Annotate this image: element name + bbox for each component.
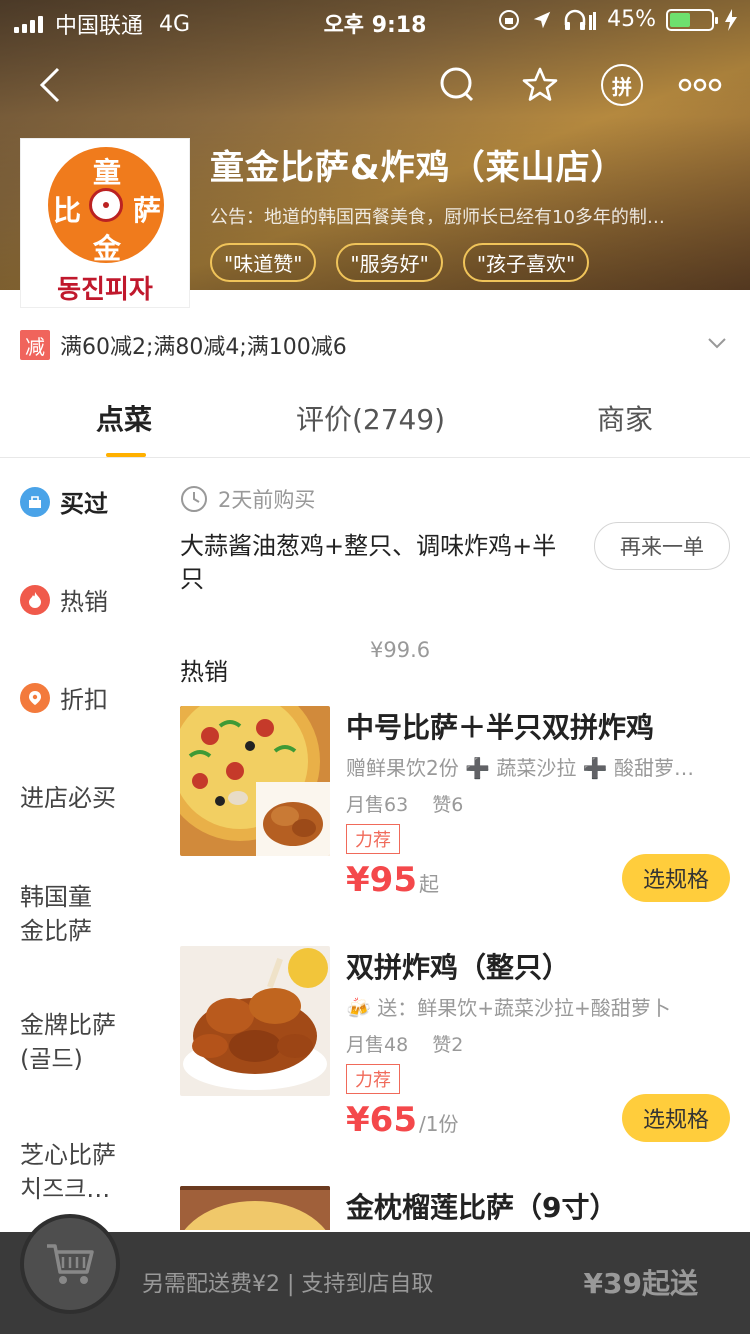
- dish-name: 双拼炸鸡（整只）: [346, 951, 571, 984]
- basket-icon: [20, 486, 50, 517]
- sidebar-item-hot[interactable]: 热销: [20, 582, 108, 617]
- price-value: ¥65: [346, 1100, 417, 1140]
- group-order-button[interactable]: 拼: [594, 55, 650, 115]
- sidebar-item-label: 折扣: [60, 686, 108, 714]
- bought-meta: 2天前购买 ¥99.6: [180, 484, 430, 662]
- promo-text: 满60减2;满80减4;满100减6: [60, 335, 347, 360]
- shop-tags: "味道赞" "服务好" "孩子喜欢": [210, 243, 730, 282]
- shop-name: 童金比萨&炸鸡（莱山店）: [210, 148, 626, 188]
- shop-notice[interactable]: 公告：地道的韩国西餐美食，厨师长已经有10多年的制…: [210, 203, 730, 229]
- nav-bar: 拼: [0, 55, 750, 115]
- tab-merchant[interactable]: 商家: [597, 398, 653, 438]
- tag-icon: [20, 682, 50, 713]
- shop-tag: "服务好": [336, 243, 443, 282]
- more-icon: [678, 78, 722, 92]
- promo-bar[interactable]: 减 满60减2;满80减4;满100减6: [20, 320, 730, 370]
- logo-char: 萨: [133, 194, 162, 227]
- sidebar-item-label: 치즈크…: [20, 1175, 111, 1203]
- sidebar-item-cheese-pizza[interactable]: 芝心比萨 치즈크…: [20, 1138, 116, 1206]
- price-value: ¥95: [346, 860, 417, 900]
- favorite-button[interactable]: [510, 55, 570, 115]
- cart-bar: 另需配送费¥2 | 支持到店自取 ¥39起送: [0, 1214, 750, 1334]
- sidebar-item-label: 买过: [60, 490, 108, 518]
- sidebar-item-discount[interactable]: 折扣: [20, 680, 108, 715]
- chevron-down-icon[interactable]: [704, 330, 730, 356]
- battery-percent: 45%: [607, 7, 656, 32]
- search-button[interactable]: [430, 55, 486, 115]
- category-sidebar: 买过 热销 折扣 进店必买 韩国童 金比萨 金牌比萨 (골드) 芝心比萨 치즈크…: [0, 460, 160, 1230]
- logo-korean-text: 동진피자: [57, 275, 153, 305]
- menu-content: 2天前购买 ¥99.6 大蒜酱油葱鸡+整只、调味炸鸡+半只 再来一单 热销 中号…: [180, 460, 730, 1230]
- monthly-sales: 月售63: [346, 794, 409, 816]
- cart-button[interactable]: [20, 1214, 120, 1314]
- tab-bar: 点菜 评价(2749) 商家: [0, 380, 750, 458]
- shop-info: 童金比萨&炸鸡（莱山店） 公告：地道的韩国西餐美食，厨师长已经有10多年的制… …: [210, 140, 730, 282]
- sidebar-item-must-buy[interactable]: 进店必买: [20, 778, 116, 813]
- bought-price: ¥99.6: [370, 638, 431, 662]
- sidebar-item-label: 热销: [60, 588, 108, 616]
- more-button[interactable]: [670, 55, 730, 115]
- logo-dial-icon: [89, 188, 123, 222]
- dish-description: 赠鲜果饮2份 ➕ 蔬菜沙拉 ➕ 酸甜萝…: [346, 756, 694, 780]
- sidebar-item-korean-pizza[interactable]: 韩国童 金比萨: [20, 880, 92, 948]
- sidebar-item-label: 金比萨: [20, 917, 92, 945]
- like-count: 赞6: [432, 794, 464, 816]
- search-icon: [440, 67, 474, 102]
- logo-char: 金: [93, 232, 122, 265]
- pin-icon: 拼: [601, 64, 643, 106]
- star-icon: [522, 67, 558, 101]
- dish-image[interactable]: [180, 1186, 330, 1230]
- dish-stats: 月售48 赞2: [346, 1030, 463, 1057]
- recommend-badge: 力荐: [346, 1064, 400, 1094]
- dish-description: 🍻 送：鲜果饮+蔬菜沙拉+酸甜萝卜: [346, 996, 671, 1020]
- reorder-button[interactable]: 再来一单: [594, 522, 730, 570]
- sidebar-item-label: 金牌比萨: [20, 1011, 116, 1039]
- delivery-fee-text: 另需配送费¥2 | 支持到店自取: [142, 1272, 434, 1297]
- choose-spec-button[interactable]: 选规格: [622, 1094, 730, 1142]
- battery-icon: [666, 8, 718, 31]
- sidebar-item-gold-pizza[interactable]: 金牌比萨 (골드): [20, 1008, 116, 1076]
- dish-image[interactable]: [180, 706, 330, 856]
- charging-icon: [725, 8, 737, 31]
- cart-icon: [47, 1244, 94, 1284]
- active-tab-indicator: [106, 453, 146, 457]
- bought-items: 大蒜酱油葱鸡+整只、调味炸鸡+半只: [180, 532, 557, 593]
- tab-reviews[interactable]: 评价(2749): [296, 398, 445, 438]
- dish-name: 中号比萨＋半只双拼炸鸡: [346, 711, 655, 744]
- discount-badge: 减: [20, 330, 50, 360]
- clock-icon: [181, 486, 207, 512]
- dish-price: ¥95 起: [346, 860, 439, 900]
- headphones-icon: [564, 9, 597, 30]
- flame-icon: [20, 584, 50, 615]
- dish-image[interactable]: [180, 946, 330, 1096]
- logo-char: 比: [53, 194, 82, 227]
- tab-order[interactable]: 点菜: [96, 398, 152, 438]
- sidebar-item-label: (골드): [20, 1045, 83, 1073]
- choose-spec-button[interactable]: 选规格: [622, 854, 730, 902]
- shop-tag: "味道赞": [210, 243, 317, 282]
- sidebar-item-label: 韩国童: [20, 883, 92, 911]
- dish-price: ¥65 /1份: [346, 1100, 458, 1140]
- dish-stats: 月售63 赞6: [346, 790, 463, 817]
- sidebar-item-label: 进店必买: [20, 784, 116, 812]
- status-bar: 中国联通 4G 오후 9:18 45%: [0, 0, 750, 40]
- like-count: 赞2: [432, 1034, 464, 1056]
- sidebar-item-label: 芝心比萨: [20, 1141, 116, 1169]
- recommend-badge: 力荐: [346, 824, 400, 854]
- rotation-lock-icon: [499, 9, 520, 30]
- price-suffix: 起: [418, 872, 439, 896]
- sidebar-item-bought[interactable]: 买过: [20, 484, 108, 519]
- logo-char: 童: [93, 156, 122, 189]
- minimum-order: ¥39起送: [583, 1267, 698, 1300]
- monthly-sales: 月售48: [346, 1034, 409, 1056]
- location-icon: [533, 11, 551, 28]
- shop-logo: 童 比 萨 金 동진피자: [20, 138, 190, 308]
- bought-time: 2天前购买: [218, 488, 316, 512]
- section-title: 热销: [180, 658, 228, 686]
- dish-name: 金枕榴莲比萨（9寸）: [346, 1191, 618, 1224]
- back-icon: [39, 67, 60, 103]
- back-button[interactable]: [22, 55, 78, 115]
- price-suffix: /1份: [418, 1112, 459, 1136]
- shop-tag: "孩子喜欢": [462, 243, 590, 282]
